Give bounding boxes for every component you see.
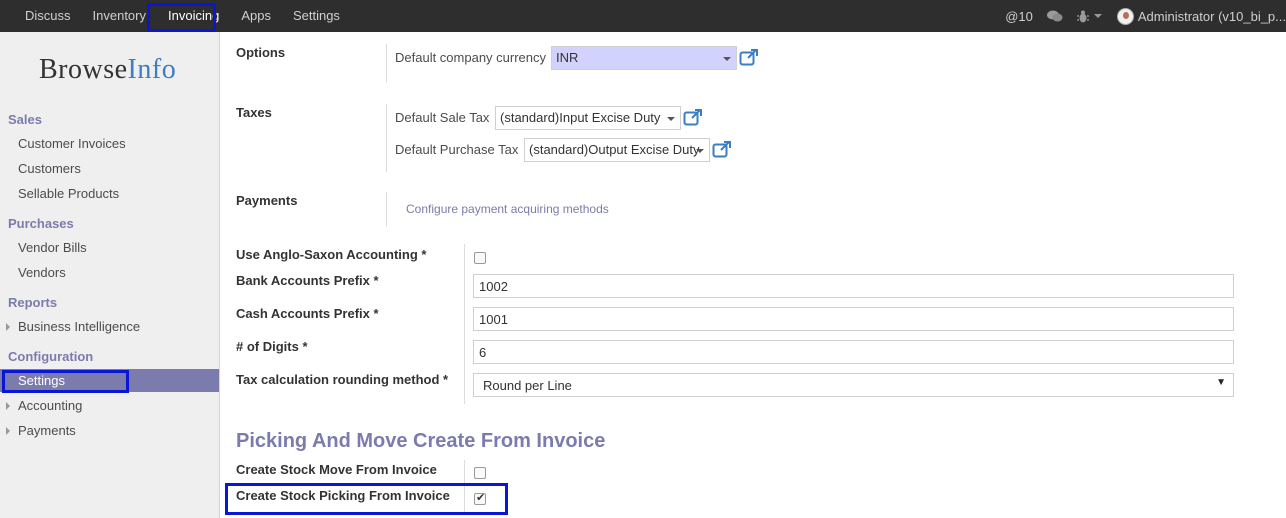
section-purchases: Purchases (8, 216, 74, 231)
expand-caret-icon[interactable] (6, 427, 10, 435)
user-menu[interactable]: Administrator (v10_bi_p... (1116, 7, 1286, 25)
highlight-stock-picking-box (225, 483, 508, 515)
sidebar-item-vendor-bills[interactable]: Vendor Bills (18, 240, 87, 255)
cash-prefix-label: Cash Accounts Prefix * (236, 306, 379, 321)
menu-apps[interactable]: Apps (230, 0, 282, 32)
menu-settings[interactable]: Settings (282, 0, 351, 32)
user-name: Administrator (v10_bi_p... (1137, 8, 1286, 24)
divider (386, 104, 387, 172)
external-link-icon[interactable] (683, 108, 703, 126)
chat-icon[interactable] (1046, 10, 1063, 23)
rounding-label: Tax calculation rounding method * (236, 372, 449, 387)
rounding-select[interactable]: Round per Line ▼ (473, 373, 1234, 397)
bank-prefix-label: Bank Accounts Prefix * (236, 273, 379, 288)
sidebar-item-sellable-products[interactable]: Sellable Products (18, 186, 119, 201)
divider (464, 244, 465, 404)
purchase-tax-label: Default Purchase Tax (395, 142, 519, 157)
sidebar-item-vendors[interactable]: Vendors (18, 265, 66, 280)
section-sales: Sales (8, 112, 42, 127)
expand-caret-icon[interactable] (6, 323, 10, 331)
cash-prefix-input[interactable]: 1001 (473, 307, 1234, 331)
expand-caret-icon[interactable] (6, 402, 10, 410)
stock-move-checkbox[interactable] (474, 467, 486, 479)
digits-input[interactable]: 6 (473, 340, 1234, 364)
section-configuration: Configuration (8, 349, 94, 364)
top-navbar: Discuss Inventory Invoicing Apps Setting… (0, 0, 1286, 32)
highlight-invoicing-box (147, 3, 216, 32)
section-reports: Reports (8, 295, 58, 310)
caret-down-icon: ▼ (1216, 377, 1226, 388)
highlight-settings-box (2, 370, 129, 393)
settings-form: Options Default company currency INR Tax… (221, 32, 1286, 518)
sale-tax-label: Default Sale Tax (395, 110, 490, 125)
sidebar-item-customers[interactable]: Customers (18, 161, 81, 176)
anglo-saxon-checkbox[interactable] (474, 252, 486, 264)
currency-select[interactable]: INR (551, 46, 737, 70)
systray: @10 Administrator (v10_bi_p... (1005, 0, 1286, 32)
bank-prefix-input[interactable]: 1002 (473, 274, 1234, 298)
sidebar: BrowseInfo Sales Customer Invoices Custo… (0, 32, 220, 518)
bug-icon (1076, 10, 1089, 22)
currency-label: Default company currency (395, 50, 547, 65)
divider (386, 192, 387, 226)
digits-label: # of Digits * (236, 339, 308, 354)
sale-tax-select[interactable]: (standard)Input Excise Duty (495, 106, 681, 130)
stock-move-label: Create Stock Move From Invoice (236, 462, 437, 477)
avatar (1116, 7, 1134, 25)
sidebar-item-business-intelligence[interactable]: Business Intelligence (18, 319, 140, 334)
payments-label: Payments (236, 193, 298, 208)
sidebar-item-payments[interactable]: Payments (18, 423, 76, 438)
purchase-tax-select[interactable]: (standard)Output Excise Duty (524, 138, 710, 162)
sidebar-item-customer-invoices[interactable]: Customer Invoices (18, 136, 126, 151)
section-title: Picking And Move Create From Invoice (236, 430, 606, 452)
sidebar-item-accounting[interactable]: Accounting (18, 398, 82, 413)
external-link-icon[interactable] (739, 48, 759, 66)
caret-down-icon (1093, 14, 1102, 18)
options-label: Options (236, 45, 286, 60)
taxes-label: Taxes (236, 105, 272, 120)
configure-payment-link[interactable]: Configure payment acquiring methods (406, 202, 609, 216)
menu-inventory[interactable]: Inventory (82, 0, 157, 32)
messages-counter[interactable]: @10 (1005, 9, 1033, 24)
menu-discuss[interactable]: Discuss (14, 0, 82, 32)
external-link-icon[interactable] (712, 140, 732, 158)
company-logo: BrowseInfo (39, 54, 177, 85)
divider (386, 44, 387, 82)
debug-menu[interactable] (1076, 10, 1103, 23)
anglo-saxon-label: Use Anglo-Saxon Accounting * (236, 247, 427, 262)
